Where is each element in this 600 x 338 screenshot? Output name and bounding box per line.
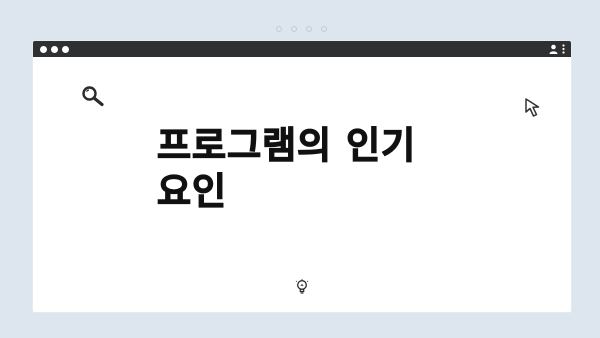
search-icon — [81, 85, 105, 111]
canvas: 프로그램의 인기 요인 — [0, 0, 600, 338]
kebab-menu-icon[interactable] — [562, 44, 565, 54]
page-title: 프로그램의 인기 요인 — [156, 123, 457, 215]
page-dot — [276, 26, 282, 32]
page-dot — [306, 26, 312, 32]
page-dot — [321, 26, 327, 32]
window-content: 프로그램의 인기 요인 — [33, 57, 571, 312]
cursor-arrow-icon — [524, 97, 546, 123]
page-title-line2: 요인 — [156, 169, 228, 213]
user-icon[interactable] — [549, 44, 558, 54]
window-controls — [40, 46, 69, 53]
lightbulb-icon — [295, 279, 309, 299]
window-maximize-dot[interactable] — [62, 46, 69, 53]
window-minimize-dot[interactable] — [51, 46, 58, 53]
page-indicator — [276, 26, 327, 32]
page-title-line1: 프로그램의 인기 — [156, 123, 417, 167]
window-titlebar — [33, 41, 571, 57]
browser-window: 프로그램의 인기 요인 — [33, 41, 571, 312]
window-close-dot[interactable] — [40, 46, 47, 53]
page-dot — [291, 26, 297, 32]
titlebar-actions — [549, 44, 565, 54]
